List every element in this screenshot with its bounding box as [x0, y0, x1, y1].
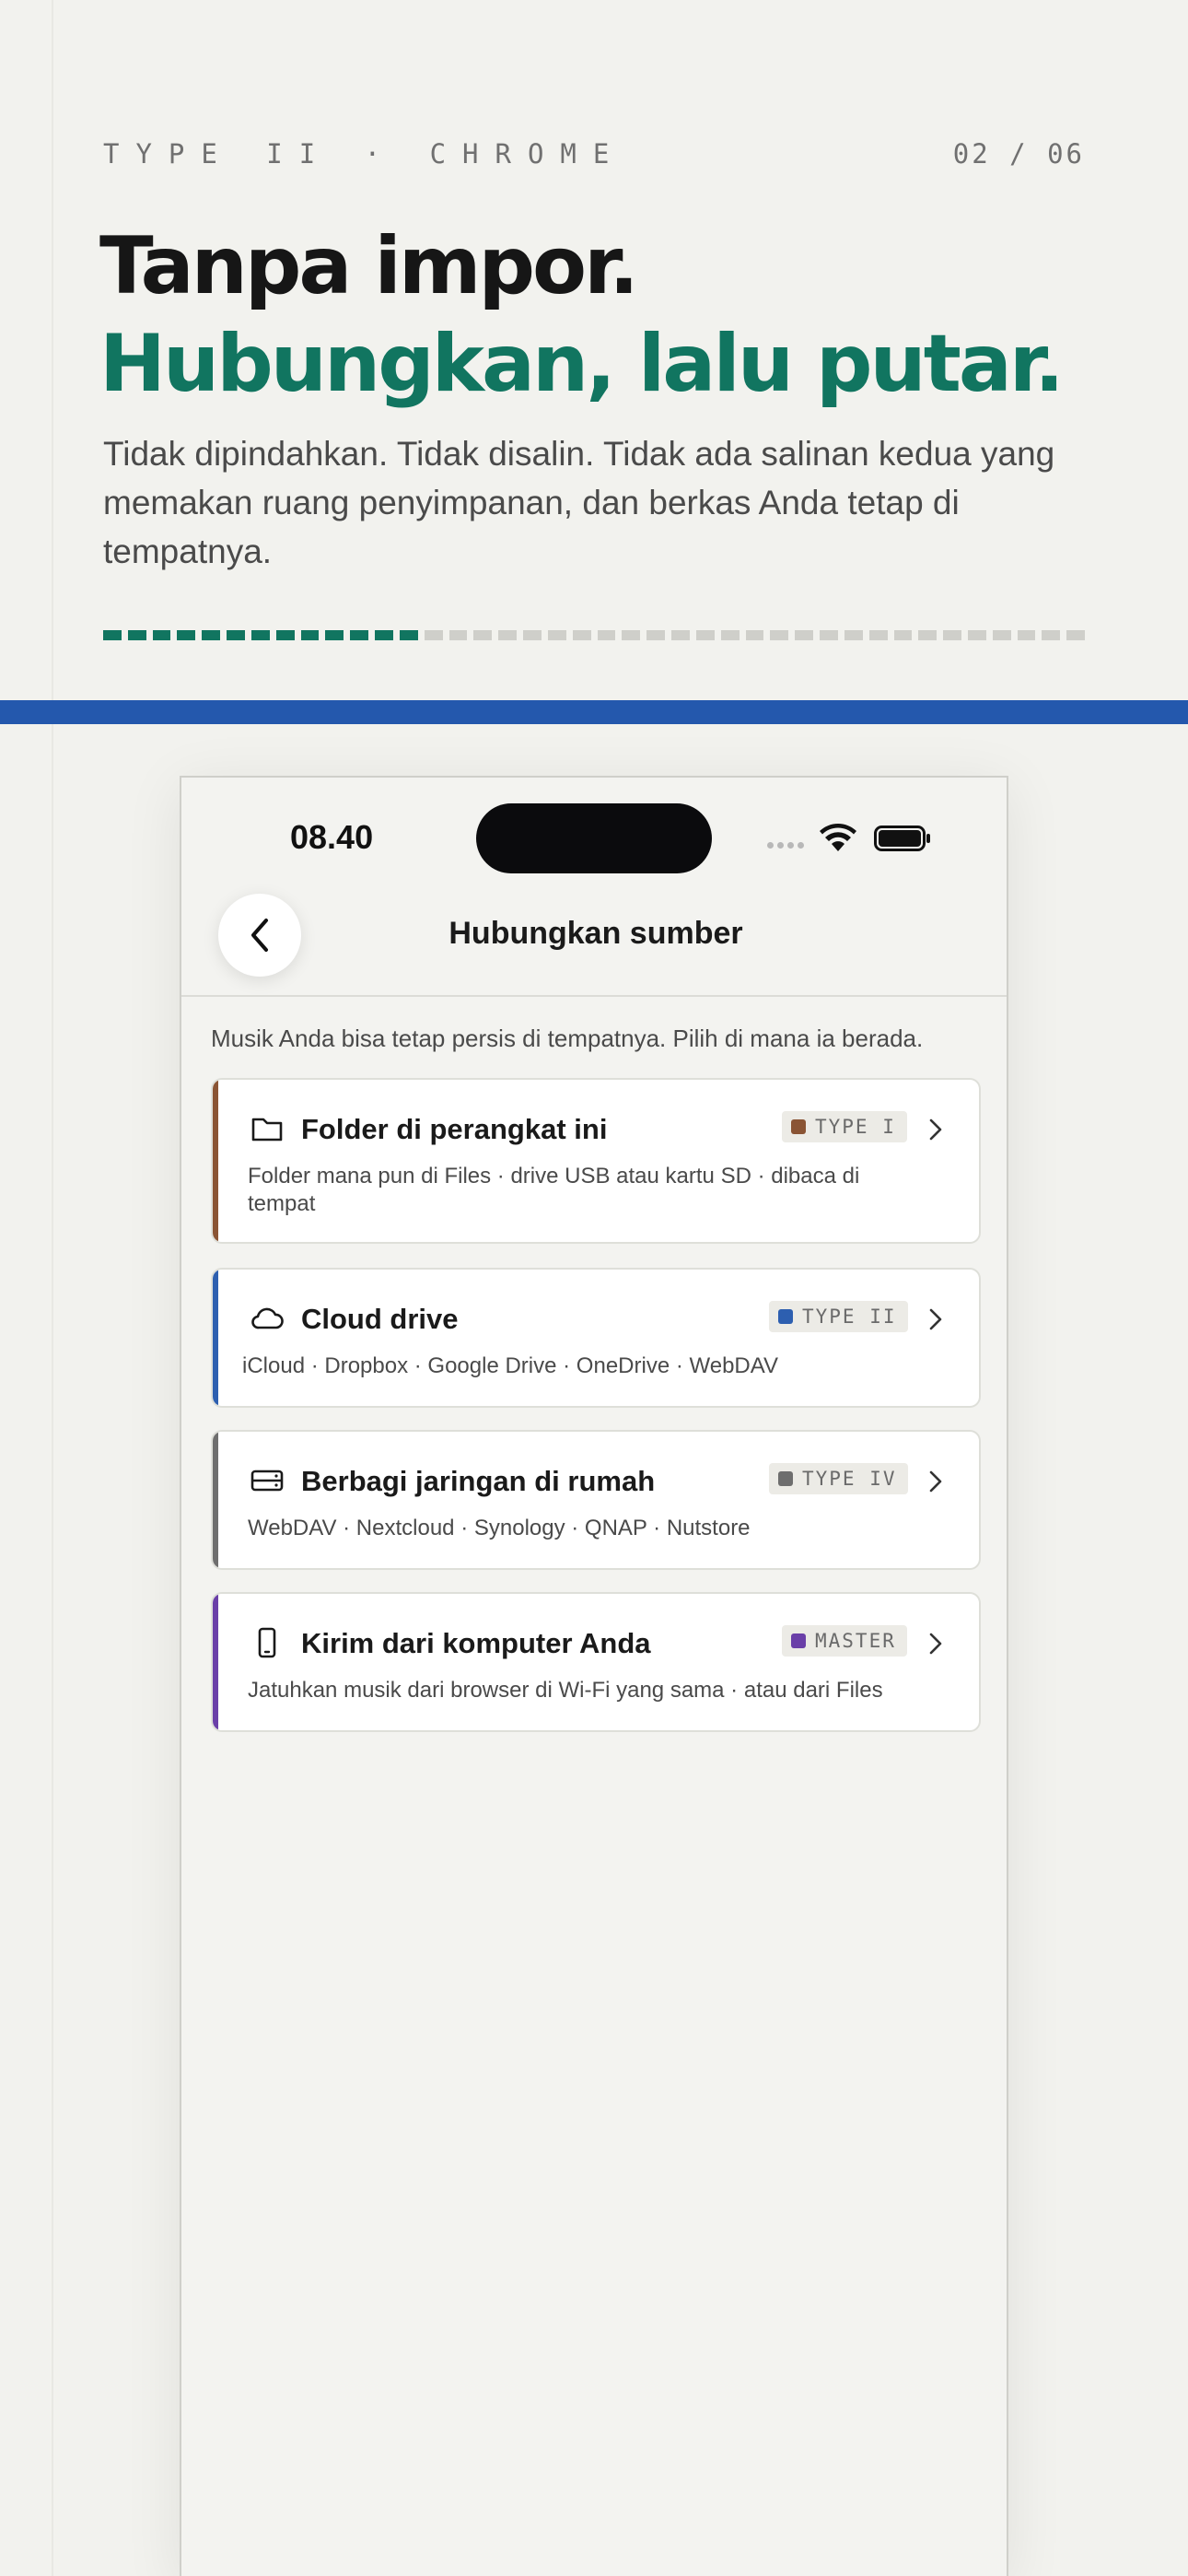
- progress-segment: [227, 630, 245, 640]
- progress-segment: [498, 630, 518, 640]
- nav-divider: [181, 995, 1007, 997]
- progress-segment: [127, 630, 146, 640]
- type-badge-label: TYPE IV: [802, 1468, 897, 1490]
- progress-segment: [250, 630, 270, 640]
- source-card-send-from-computer[interactable]: Kirim dari komputer Anda MASTER Jatuhkan…: [211, 1592, 981, 1732]
- source-description: WebDAV · Nextcloud · Synology · QNAP · N…: [248, 1516, 751, 1540]
- nav-title: Hubungkan sumber: [448, 916, 743, 951]
- source-description: Folder mana pun di Files · drive USB ata…: [248, 1164, 860, 1216]
- type-badge: MASTER: [782, 1625, 907, 1657]
- type-badge: TYPE II: [769, 1301, 908, 1332]
- top-bar: TYPE II · CHROME 02 / 06: [103, 138, 1085, 170]
- progress-segment: [967, 630, 986, 640]
- progress-segment: [720, 630, 740, 640]
- progress-segment: [820, 630, 838, 640]
- progress-segment: [622, 630, 641, 640]
- progress-segment: [202, 630, 221, 640]
- progress-segment: [868, 630, 888, 640]
- battery-icon: [874, 825, 930, 851]
- progress-segment: [275, 630, 295, 640]
- card-accent-bar: [213, 1594, 218, 1730]
- progress-segment: [103, 630, 122, 640]
- section-divider-rule: [0, 700, 1188, 724]
- type-badge-label: MASTER: [815, 1630, 896, 1652]
- progress-segment: [399, 630, 418, 640]
- progress-segment: [1066, 630, 1086, 640]
- progress-segment: [918, 630, 938, 640]
- progress-segment: [375, 630, 393, 640]
- intro-text: Musik Anda bisa tetap persis di tempatny…: [211, 1025, 924, 1052]
- server-icon: [250, 1469, 284, 1492]
- wifi-icon: [820, 824, 856, 851]
- card-accent-bar: [213, 1432, 218, 1568]
- chevron-right-icon: [929, 1118, 942, 1141]
- progress-segment: [695, 630, 715, 640]
- progress-segment: [745, 630, 764, 640]
- chevron-right-icon: [929, 1308, 942, 1330]
- headline-line-2: Hubungkan, lalu putar.: [99, 318, 1065, 410]
- source-title: Kirim dari komputer Anda: [301, 1627, 651, 1659]
- source-title: Folder di perangkat ini: [301, 1113, 608, 1145]
- progress-segment: [795, 630, 814, 640]
- source-description: iCloud · Dropbox · Google Drive · OneDri…: [242, 1353, 778, 1378]
- headline-line-1: Tanpa impor.: [99, 220, 639, 312]
- progress-segment: [523, 630, 542, 640]
- type-badge-label: TYPE I: [815, 1116, 896, 1138]
- progress-segment: [473, 630, 493, 640]
- progress-segment: [325, 630, 344, 640]
- status-time: 08.40: [290, 818, 374, 856]
- progress-segment: [844, 630, 863, 640]
- source-description: Jatuhkan musik dari browser di Wi-Fi yan…: [248, 1678, 883, 1703]
- cellular-signal-icon: [767, 842, 804, 849]
- progress-segment: [547, 630, 566, 640]
- source-card-cloud[interactable]: Cloud drive TYPE II iCloud · Dropbox · G…: [211, 1268, 981, 1408]
- folder-icon: [251, 1118, 283, 1142]
- dynamic-island: [476, 803, 712, 873]
- headline: Tanpa impor. Hubungkan, lalu putar.: [99, 217, 1131, 413]
- lede-paragraph: Tidak dipindahkan. Tidak disalin. Tidak …: [103, 435, 1055, 570]
- progress-segment: [1042, 630, 1061, 640]
- section-kicker: TYPE II · CHROME: [103, 138, 626, 170]
- progress-segment: [1017, 630, 1036, 640]
- cloud-icon: [251, 1307, 284, 1329]
- chevron-right-icon: [929, 1470, 942, 1493]
- type-badge: TYPE I: [782, 1111, 907, 1142]
- progress-segment: [646, 630, 666, 640]
- progress-segment: [300, 630, 320, 640]
- source-card-network-share[interactable]: Berbagi jaringan di rumah TYPE IV WebDAV…: [211, 1430, 981, 1570]
- progress-segment: [597, 630, 616, 640]
- type-badge-label: TYPE II: [802, 1306, 897, 1328]
- progress-segment: [448, 630, 468, 640]
- progress-segment: [671, 630, 690, 640]
- progress-segment: [350, 630, 369, 640]
- progress-segment: [893, 630, 913, 640]
- progress-segment: [177, 630, 196, 640]
- phone-icon: [258, 1627, 276, 1658]
- source-card-folder[interactable]: Folder di perangkat ini TYPE I Folder ma…: [211, 1078, 981, 1244]
- margin-guide-line: [52, 0, 53, 2576]
- chevron-right-icon: [929, 1633, 942, 1655]
- page-counter: 02 / 06: [952, 138, 1085, 170]
- type-badge: TYPE IV: [769, 1463, 908, 1494]
- phone-mockup: 08.40 Hubungkan sumber Musik Anda bisa t…: [180, 776, 1008, 2576]
- progress-segment: [424, 630, 443, 640]
- card-accent-bar: [213, 1270, 218, 1406]
- progress-segment: [572, 630, 591, 640]
- source-title: Cloud drive: [301, 1303, 459, 1335]
- progress-segment: [770, 630, 789, 640]
- card-accent-bar: [213, 1080, 218, 1242]
- progress-segment: [992, 630, 1011, 640]
- progress-indicator: [103, 630, 1086, 640]
- progress-segment: [152, 630, 171, 640]
- source-title: Berbagi jaringan di rumah: [301, 1465, 656, 1497]
- progress-segment: [943, 630, 961, 640]
